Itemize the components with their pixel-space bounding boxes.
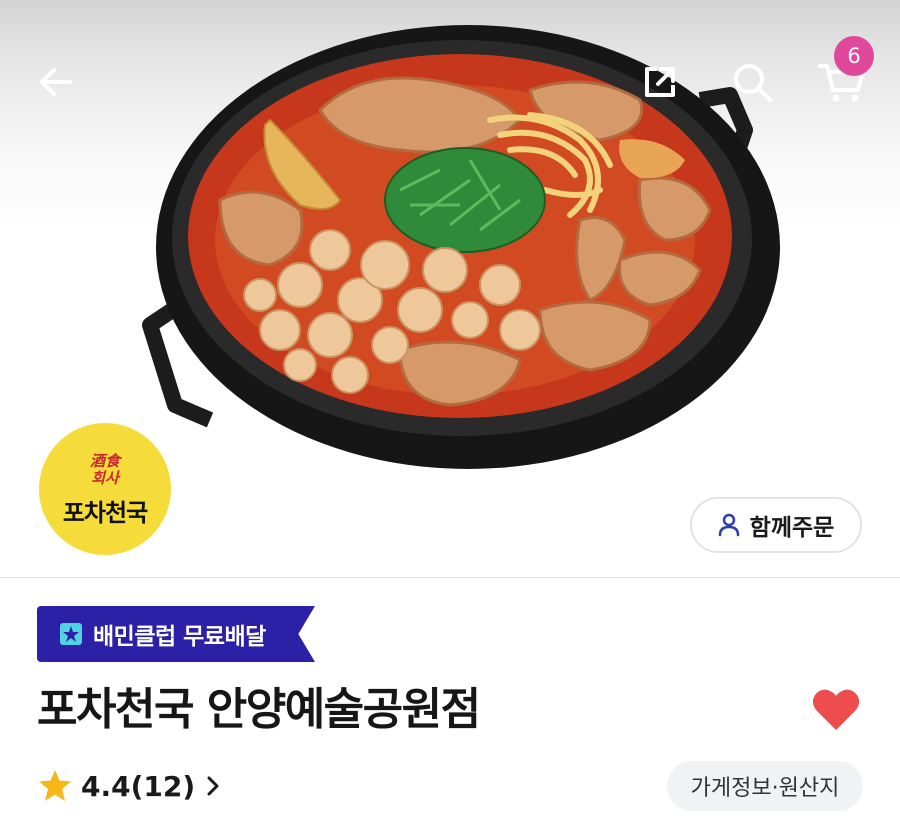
baemin-club-badge: 배민클럽 무료배달 <box>37 606 315 662</box>
share-button[interactable] <box>632 54 688 110</box>
club-badge-label: 배민클럽 무료배달 <box>93 624 266 650</box>
back-button[interactable] <box>28 54 84 110</box>
rating-link[interactable]: 4.4(12) <box>37 762 223 810</box>
store-info-button[interactable]: 가게정보·원산지 <box>667 761 863 811</box>
divider <box>0 577 900 578</box>
store-logo: 酒食 회사 포차천국 <box>36 420 174 558</box>
logo-seal-top: 酒食 <box>89 451 120 470</box>
cart-count-badge: 6 <box>834 36 874 76</box>
logo-name: 포차천국 <box>62 498 148 527</box>
logo-seal: 酒食 회사 <box>85 451 125 489</box>
rating-value: 4.4(12) <box>81 769 196 803</box>
store-name: 포차천국 안양예술공원점 <box>37 684 481 735</box>
search-icon <box>734 64 772 102</box>
heart-icon <box>812 689 860 730</box>
share-icon <box>645 67 675 97</box>
favorite-button[interactable] <box>810 684 862 736</box>
back-arrow-icon <box>40 68 72 96</box>
chevron-right-icon <box>207 776 219 796</box>
person-icon <box>718 513 739 537</box>
search-button[interactable] <box>724 54 780 110</box>
star-icon <box>39 770 71 801</box>
group-order-button[interactable]: 함께주문 <box>690 497 862 553</box>
club-star-icon <box>60 623 82 645</box>
hero-image: 6 酒食 회사 포차천국 함께주문 <box>0 0 900 578</box>
group-order-label: 함께주문 <box>749 515 835 541</box>
logo-seal-bottom: 회사 <box>91 468 119 487</box>
cart-button[interactable]: 6 <box>814 36 874 110</box>
